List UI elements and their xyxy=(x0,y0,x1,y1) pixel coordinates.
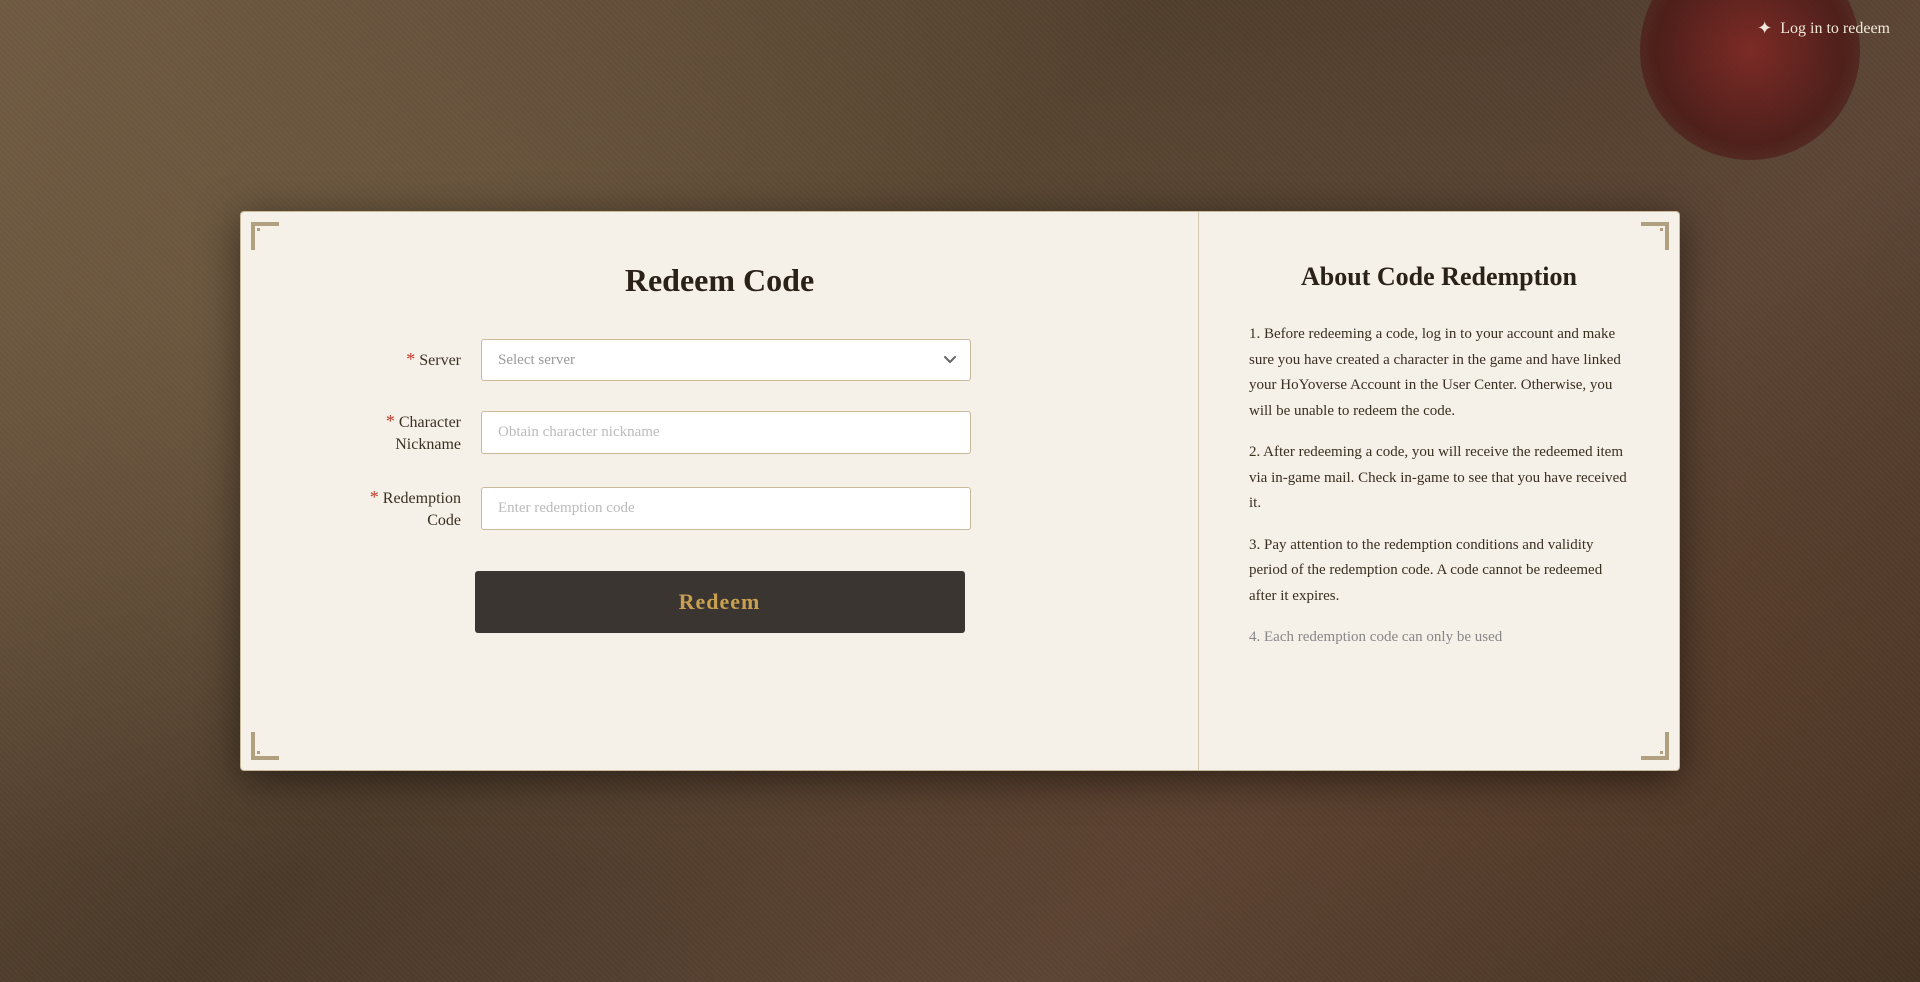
corner-decoration-tr xyxy=(1641,222,1669,250)
login-link-label: Log in to redeem xyxy=(1780,20,1890,38)
nickname-label: *CharacterNickname xyxy=(301,409,481,457)
modal-left-panel: Redeem Code *Server Select server Asia E… xyxy=(241,212,1199,770)
redemption-label: *RedemptionCode xyxy=(301,485,481,533)
about-point-2: 2. After redeeming a code, you will rece… xyxy=(1249,440,1629,517)
server-select[interactable]: Select server Asia Europe America TW/HK/… xyxy=(481,339,971,381)
redeem-button[interactable]: Redeem xyxy=(475,571,965,633)
about-point-1: 1. Before redeeming a code, log in to yo… xyxy=(1249,322,1629,424)
corner-decoration-tl xyxy=(251,222,279,250)
server-required-marker: * xyxy=(406,349,415,369)
redemption-input[interactable] xyxy=(481,487,971,530)
corner-decoration-br xyxy=(1641,732,1669,760)
modal-right-panel: About Code Redemption 1. Before redeemin… xyxy=(1199,212,1679,770)
server-label: *Server xyxy=(301,347,481,372)
about-title: About Code Redemption xyxy=(1249,262,1629,292)
redemption-input-wrapper xyxy=(481,487,971,530)
redemption-form-group: *RedemptionCode xyxy=(301,485,1138,533)
redemption-required-marker: * xyxy=(370,487,379,507)
about-point-4: 4. Each redemption code can only be used xyxy=(1249,625,1629,651)
server-form-group: *Server Select server Asia Europe Americ… xyxy=(301,339,1138,381)
top-bar: ✦ Log in to redeem xyxy=(1727,0,1920,57)
nickname-input-wrapper xyxy=(481,411,971,454)
nickname-input[interactable] xyxy=(481,411,971,454)
page-center: Redeem Code *Server Select server Asia E… xyxy=(0,0,1920,982)
nickname-form-group: *CharacterNickname xyxy=(301,409,1138,457)
corner-decoration-bl xyxy=(251,732,279,760)
about-text: 1. Before redeeming a code, log in to yo… xyxy=(1249,322,1629,651)
form-title: Redeem Code xyxy=(625,262,814,299)
star-icon: ✦ xyxy=(1757,18,1772,39)
server-input-wrapper: Select server Asia Europe America TW/HK/… xyxy=(481,339,971,381)
about-point-3: 3. Pay attention to the redemption condi… xyxy=(1249,533,1629,610)
redeem-modal: Redeem Code *Server Select server Asia E… xyxy=(240,211,1680,771)
login-to-redeem-link[interactable]: Log in to redeem xyxy=(1780,20,1890,38)
nickname-required-marker: * xyxy=(386,411,395,431)
